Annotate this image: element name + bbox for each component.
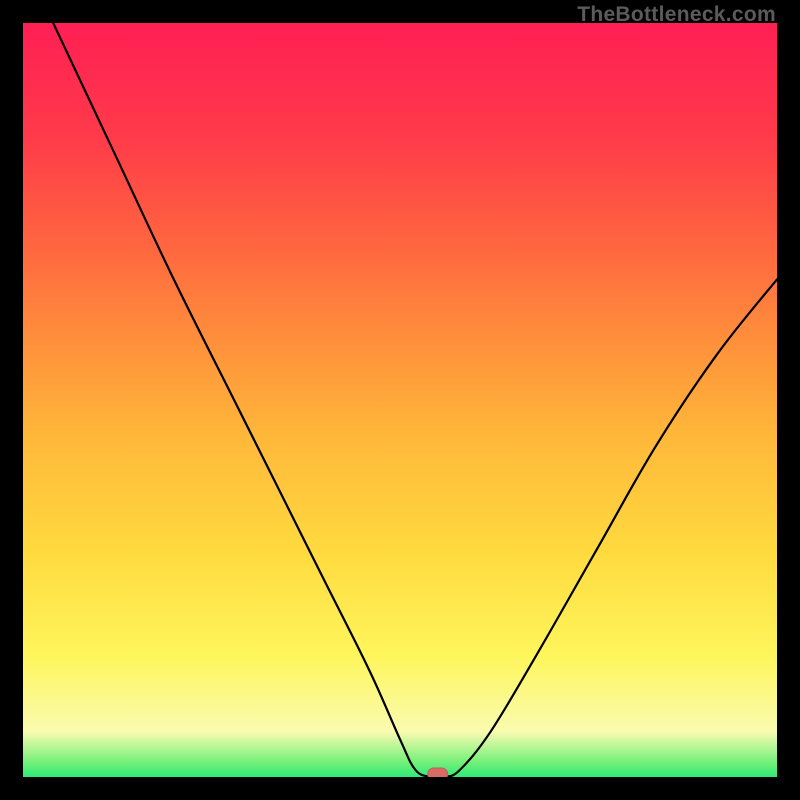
watermark-text: TheBottleneck.com [577, 3, 776, 27]
bottleneck-curve [53, 23, 777, 777]
chart-container: TheBottleneck.com [0, 0, 800, 800]
min-marker [428, 768, 448, 777]
plot-area [23, 23, 777, 777]
chart-svg [23, 23, 777, 777]
